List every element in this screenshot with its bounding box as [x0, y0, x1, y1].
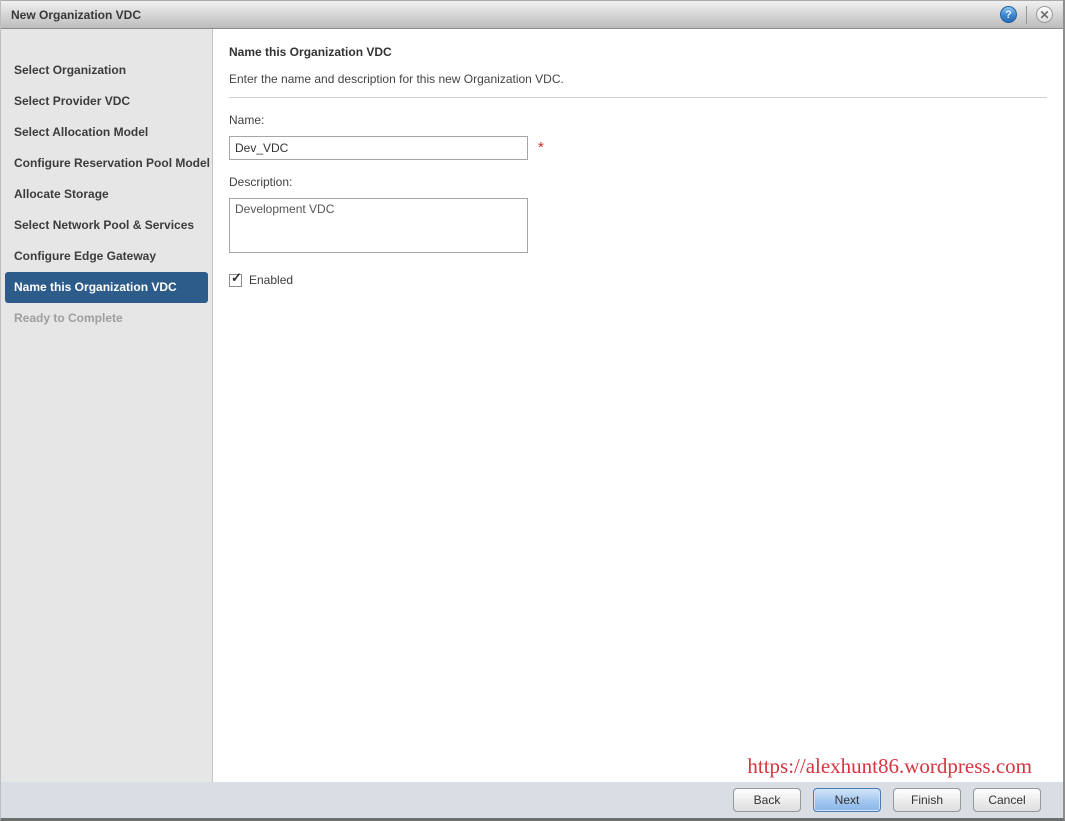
header-divider — [229, 97, 1047, 98]
enabled-checkbox-row[interactable]: ✓ Enabled — [229, 270, 1047, 287]
step-allocate-storage[interactable]: Allocate Storage — [5, 179, 208, 210]
wizard-steps-sidebar: Select Organization Select Provider VDC … — [1, 29, 213, 782]
name-input[interactable] — [229, 136, 528, 160]
description-textarea[interactable]: Development VDC — [229, 198, 528, 253]
back-button[interactable]: Back — [733, 788, 801, 812]
page-subtitle: Enter the name and description for this … — [229, 72, 564, 86]
step-select-allocation-model[interactable]: Select Allocation Model — [5, 117, 208, 148]
step-ready-to-complete: Ready to Complete — [14, 311, 123, 325]
checkmark-icon: ✓ — [231, 269, 242, 285]
footer-button-bar: Back Next Finish Cancel — [1, 782, 1063, 818]
description-label: Description: — [229, 175, 293, 189]
help-icon[interactable]: ? — [1000, 6, 1017, 23]
new-org-vdc-dialog: New Organization VDC ? ✕ Select Organiza… — [0, 0, 1065, 821]
step-select-network-pool-services[interactable]: Select Network Pool & Services — [5, 210, 208, 241]
enabled-checkbox[interactable]: ✓ — [229, 270, 242, 287]
cancel-button[interactable]: Cancel — [973, 788, 1041, 812]
step-configure-reservation-pool-model[interactable]: Configure Reservation Pool Model — [5, 148, 210, 179]
enabled-label: Enabled — [249, 273, 294, 287]
finish-button[interactable]: Finish — [893, 788, 961, 812]
window-title: New Organization VDC — [11, 7, 142, 22]
title-bar: New Organization VDC ? ✕ — [1, 0, 1063, 29]
step-select-organization[interactable]: Select Organization — [5, 55, 208, 86]
next-button[interactable]: Next — [813, 788, 881, 812]
close-icon[interactable]: ✕ — [1036, 6, 1053, 23]
step-select-provider-vdc[interactable]: Select Provider VDC — [5, 86, 208, 117]
titlebar-divider — [1026, 5, 1027, 24]
step-name-this-organization-vdc[interactable]: Name this Organization VDC — [5, 272, 208, 303]
required-asterisk: * — [538, 139, 544, 156]
page-title: Name this Organization VDC — [229, 45, 392, 59]
wizard-page-content: Name this Organization VDC Enter the nam… — [213, 29, 1063, 782]
step-configure-edge-gateway[interactable]: Configure Edge Gateway — [5, 241, 208, 272]
dialog-body: Select Organization Select Provider VDC … — [1, 29, 1063, 782]
name-field-row: * — [229, 136, 1047, 160]
name-label: Name: — [229, 113, 265, 127]
watermark-url: https://alexhunt86.wordpress.com — [747, 754, 1032, 778]
